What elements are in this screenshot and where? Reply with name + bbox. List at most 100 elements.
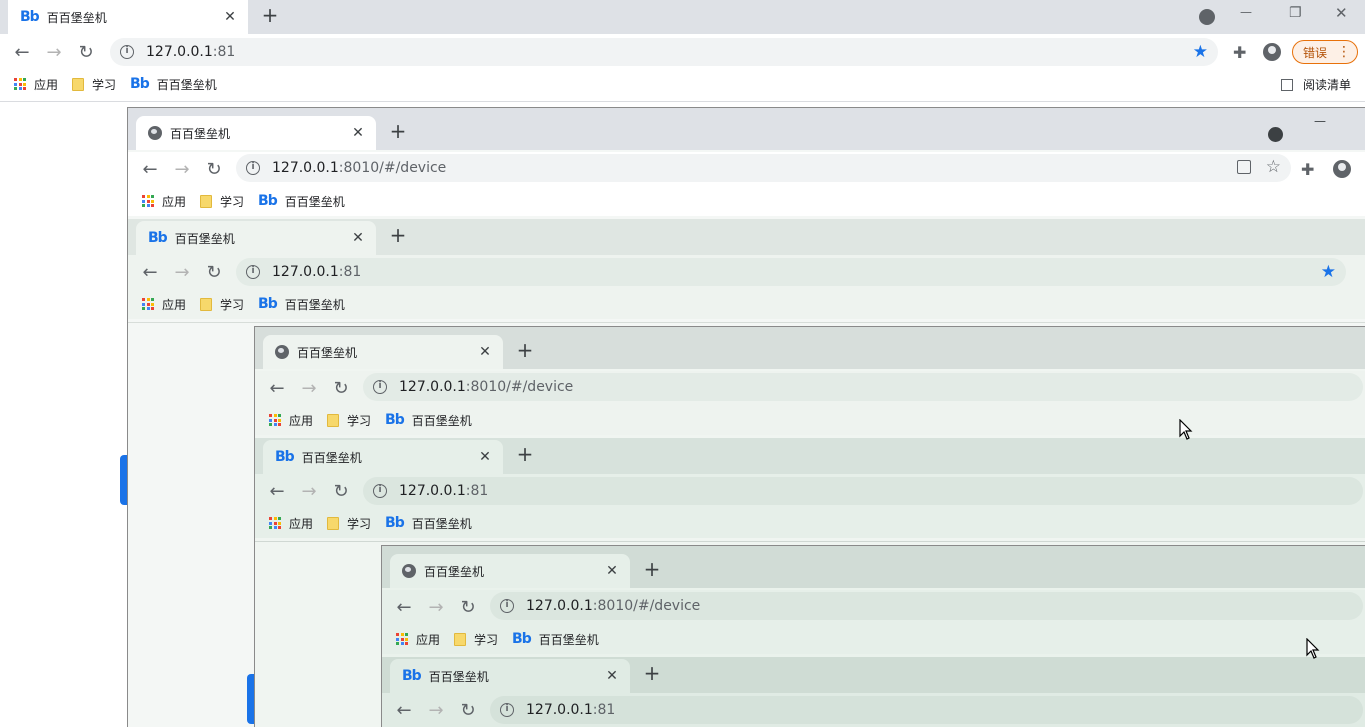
- device-bookmarks-bar: 应用 学习 Bb 百百堡垒机: [255, 405, 1365, 435]
- reload-button[interactable]: ↻: [325, 372, 357, 404]
- bookmark-study[interactable]: 学习: [200, 193, 244, 210]
- bookmark-study[interactable]: 学习: [327, 412, 371, 429]
- translate-icon[interactable]: [1237, 160, 1251, 174]
- bookmark-bastion[interactable]: Bb 百百堡垒机: [385, 412, 472, 429]
- bookmark-apps[interactable]: 应用: [269, 412, 313, 429]
- forward-button[interactable]: →: [420, 694, 452, 726]
- forward-button[interactable]: →: [166, 256, 198, 288]
- new-tab-button[interactable]: +: [258, 4, 282, 28]
- bookmark-apps[interactable]: 应用: [396, 631, 440, 648]
- reading-list-button[interactable]: 阅读清单: [1281, 76, 1351, 93]
- back-button[interactable]: ←: [388, 591, 420, 623]
- reload-button[interactable]: ↻: [70, 36, 102, 68]
- back-button[interactable]: ←: [134, 256, 166, 288]
- app-tab[interactable]: Bb 百百堡垒机 ✕: [390, 659, 630, 693]
- info-icon[interactable]: i: [373, 484, 387, 498]
- new-tab-button[interactable]: +: [640, 662, 664, 686]
- folder-icon: [454, 632, 467, 646]
- device-tab[interactable]: 百百堡垒机 ✕: [263, 335, 503, 369]
- info-icon[interactable]: i: [246, 265, 260, 279]
- close-icon[interactable]: ✕: [350, 230, 366, 246]
- bookmark-star-outline-icon[interactable]: ☆: [1266, 157, 1281, 177]
- back-button[interactable]: ←: [261, 372, 293, 404]
- reload-button[interactable]: ↻: [198, 256, 230, 288]
- window-close-button[interactable]: ✕: [1335, 4, 1348, 22]
- close-icon[interactable]: ✕: [477, 449, 493, 465]
- forward-button[interactable]: →: [293, 372, 325, 404]
- bb-icon: Bb: [258, 193, 278, 209]
- bookmark-bastion[interactable]: Bb 百百堡垒机: [258, 193, 345, 210]
- forward-button[interactable]: →: [420, 591, 452, 623]
- forward-button[interactable]: →: [38, 36, 70, 68]
- bookmark-label: 百百堡垒机: [538, 632, 599, 647]
- device-tab[interactable]: 百百堡垒机 ✕: [390, 554, 630, 588]
- restore-button[interactable]: ❐: [1289, 5, 1302, 21]
- back-button[interactable]: ←: [388, 694, 420, 726]
- bookmark-apps[interactable]: 应用: [269, 515, 313, 532]
- device-omnibox[interactable]: i 127.0.0.1:8010/#/device ☆: [236, 154, 1291, 182]
- outer-omnibox[interactable]: i 127.0.0.1:81 ★: [110, 38, 1218, 66]
- info-icon[interactable]: i: [120, 45, 134, 59]
- bookmark-bastion[interactable]: Bb 百百堡垒机: [512, 631, 599, 648]
- bookmark-apps[interactable]: 应用: [142, 193, 186, 210]
- menu-dots-icon: ⋮: [1337, 44, 1352, 60]
- reload-button[interactable]: ↻: [452, 591, 484, 623]
- bookmark-bastion[interactable]: Bb 百百堡垒机: [258, 296, 345, 313]
- reload-button[interactable]: ↻: [452, 694, 484, 726]
- minimize-button[interactable]: —: [1240, 5, 1252, 19]
- avatar[interactable]: [1263, 43, 1281, 61]
- new-tab-button[interactable]: +: [513, 339, 537, 363]
- close-icon[interactable]: ✕: [604, 668, 620, 684]
- info-icon[interactable]: i: [373, 380, 387, 394]
- device-omnibox[interactable]: i 127.0.0.1:8010/#/device: [490, 592, 1363, 620]
- new-tab-button[interactable]: +: [513, 443, 537, 467]
- new-tab-button[interactable]: +: [386, 224, 410, 248]
- profile-error-button[interactable]: 错误 ⋮: [1292, 40, 1358, 64]
- bookmark-apps[interactable]: 应用: [142, 296, 186, 313]
- outer-bookmarks-bar: 应用 学习 Bb 百百堡垒机 阅读清单: [0, 69, 1365, 99]
- bb-icon: Bb: [385, 412, 405, 428]
- tab-search-icon[interactable]: [1268, 127, 1283, 142]
- forward-button[interactable]: →: [293, 475, 325, 507]
- back-button[interactable]: ←: [261, 475, 293, 507]
- new-tab-button[interactable]: +: [640, 558, 664, 582]
- url-text: 127.0.0.1:81: [399, 483, 489, 499]
- device-tab[interactable]: 百百堡垒机 ✕: [136, 116, 376, 150]
- app-omnibox[interactable]: i 127.0.0.1:81 ★: [236, 258, 1346, 286]
- close-icon[interactable]: ✕: [477, 344, 493, 360]
- info-icon[interactable]: i: [246, 161, 260, 175]
- bookmark-study[interactable]: 学习: [454, 631, 498, 648]
- new-tab-button[interactable]: +: [386, 120, 410, 144]
- bookmark-apps[interactable]: 应用: [14, 76, 58, 93]
- app-tab[interactable]: Bb 百百堡垒机 ✕: [263, 440, 503, 474]
- close-icon[interactable]: ✕: [350, 125, 366, 141]
- tab-title: 百百堡垒机: [46, 10, 107, 25]
- outer-tab[interactable]: Bb 百百堡垒机 ✕: [8, 0, 248, 34]
- bookmark-bastion[interactable]: Bb 百百堡垒机: [130, 76, 217, 93]
- bookmark-study[interactable]: 学习: [327, 515, 371, 532]
- bookmark-bastion[interactable]: Bb 百百堡垒机: [385, 515, 472, 532]
- back-button[interactable]: ←: [6, 36, 38, 68]
- device-omnibox[interactable]: i 127.0.0.1:8010/#/device: [363, 373, 1363, 401]
- extensions-icon[interactable]: ✚: [1233, 43, 1246, 62]
- close-icon[interactable]: ✕: [604, 563, 620, 579]
- forward-button[interactable]: →: [166, 153, 198, 185]
- avatar[interactable]: [1333, 160, 1351, 178]
- app-bookmarks-bar: 应用 学习 Bb 百百堡垒机: [128, 289, 1365, 319]
- reload-button[interactable]: ↻: [198, 153, 230, 185]
- app-omnibox[interactable]: i 127.0.0.1:81: [490, 696, 1363, 724]
- bookmark-study[interactable]: 学习: [72, 76, 116, 93]
- back-button[interactable]: ←: [134, 153, 166, 185]
- minimize-button[interactable]: —: [1314, 114, 1326, 128]
- tab-search-icon[interactable]: [1199, 9, 1215, 25]
- bookmark-star-icon[interactable]: ★: [1193, 42, 1208, 62]
- app-omnibox[interactable]: i 127.0.0.1:81: [363, 477, 1363, 505]
- bookmark-star-icon[interactable]: ★: [1321, 262, 1336, 282]
- bookmark-study[interactable]: 学习: [200, 296, 244, 313]
- app-tab[interactable]: Bb 百百堡垒机 ✕: [136, 221, 376, 255]
- close-icon[interactable]: ✕: [222, 9, 238, 25]
- info-icon[interactable]: i: [500, 599, 514, 613]
- info-icon[interactable]: i: [500, 703, 514, 717]
- extensions-icon[interactable]: ✚: [1301, 160, 1314, 179]
- reload-button[interactable]: ↻: [325, 475, 357, 507]
